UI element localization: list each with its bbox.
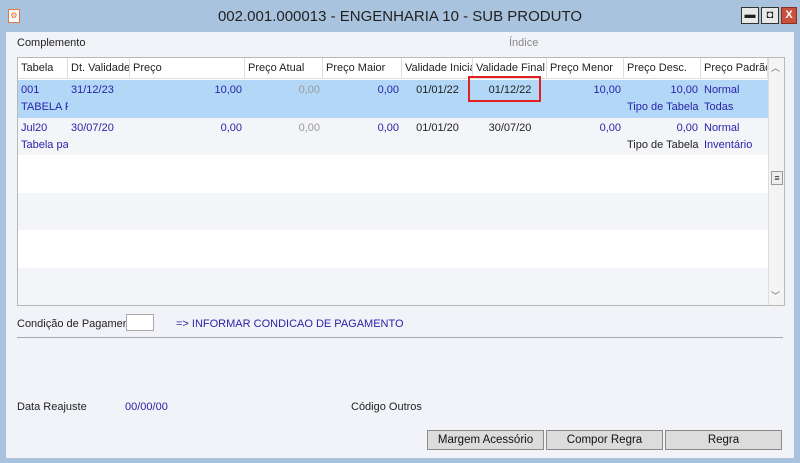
table-row[interactable]: Jul20 30/07/20 0,00 0,00 0,00 01/01/20 30/07/2… (18, 117, 768, 156)
data-reajuste-label: Data Reajuste (17, 401, 87, 413)
scroll-down-icon[interactable]: ﹀ (771, 289, 780, 302)
column-header[interactable]: Preço Desc. (624, 58, 701, 79)
table-cell: 0,00 (377, 84, 399, 96)
table-cell-description: TABELA PAI (21, 101, 68, 113)
vertical-scrollbar[interactable]: ︿ ≡ ﹀ (768, 58, 784, 305)
compor-regra-button[interactable]: Compor Regra (546, 430, 663, 450)
divider (17, 337, 783, 338)
table-cell: 31/12/23 (71, 84, 114, 96)
scroll-up-icon[interactable]: ︿ (771, 61, 780, 74)
title-bar: ⚙ 002.001.000013 - ENGENHARIA 10 - SUB P… (0, 0, 800, 32)
pagamento-hint: => INFORMAR CONDICAO DE PAGAMENTO (176, 318, 404, 330)
table-cell: Normal (704, 121, 740, 134)
table-cell: 30/07/20 (488, 121, 532, 134)
table-cell: 01/01/22 (416, 84, 459, 96)
close-button[interactable]: X (781, 7, 797, 24)
table-cell-description: Tabela para (21, 138, 68, 151)
tipo-tabela-value: Todas (704, 101, 734, 113)
table-cell: 10,00 (593, 84, 621, 96)
table-cell: Jul20 (21, 121, 48, 134)
table-cell: 0,00 (599, 121, 621, 134)
price-table-grid[interactable]: Tabela Dt. Validade Preço Preço Atual Preço … (17, 57, 785, 306)
column-header[interactable]: Preço Menor (547, 58, 624, 79)
tipo-tabela-label: Tipo de Tabela (627, 138, 699, 151)
condicao-pagamento-label: Condição de Pagamento (17, 318, 139, 330)
table-cell: 30/07/20 (71, 121, 114, 134)
table-cell: Normal (704, 84, 740, 96)
column-header[interactable]: Dt. Validade (68, 58, 130, 79)
indice-label: Índice (509, 37, 539, 49)
highlight-box-validade-final (468, 76, 541, 102)
maximize-button[interactable]: ◘ (761, 7, 779, 24)
table-cell: 01/01/20 (416, 121, 459, 134)
empty-row[interactable] (18, 230, 768, 268)
table-cell: 0,00 (298, 84, 320, 96)
scroll-thumb[interactable]: ≡ (771, 171, 783, 185)
minimize-button[interactable]: ▬ (741, 7, 759, 24)
condicao-pagamento-input[interactable] (126, 314, 154, 331)
tipo-tabela-value: Inventário (704, 138, 753, 151)
data-reajuste-value: 00/00/00 (125, 401, 168, 413)
table-cell: 10,00 (670, 84, 698, 96)
table-cell: 0,00 (220, 121, 242, 134)
column-header[interactable]: Preço Padrão (701, 58, 768, 79)
column-header[interactable]: Preço Atual (245, 58, 323, 79)
column-header[interactable]: Preço Maior (323, 58, 402, 79)
table-cell: 10,00 (214, 84, 242, 96)
tipo-tabela-label: Tipo de Tabela (627, 101, 699, 113)
table-row[interactable]: 001 31/12/23 10,00 0,00 0,00 01/01/22 01/12/22… (18, 80, 768, 118)
column-header[interactable]: Tabela (18, 58, 68, 79)
window-title: 002.001.000013 - ENGENHARIA 10 - SUB PRO… (217, 8, 583, 25)
empty-row[interactable] (18, 267, 768, 305)
table-cell: 0,00 (298, 121, 320, 134)
regra-button[interactable]: Regra (665, 430, 782, 450)
complemento-label: Complemento (17, 37, 86, 49)
table-cell: 001 (21, 84, 40, 96)
table-cell: 0,00 (676, 121, 698, 134)
margem-acessorio-button[interactable]: Margem Acessório (427, 430, 544, 450)
codigo-outros-label: Código Outros (351, 401, 422, 413)
table-cell: 0,00 (377, 121, 399, 134)
empty-row[interactable] (18, 155, 768, 193)
column-header[interactable]: Validade Inicial (402, 58, 473, 79)
column-header[interactable]: Preço (130, 58, 245, 79)
empty-row[interactable] (18, 192, 768, 231)
